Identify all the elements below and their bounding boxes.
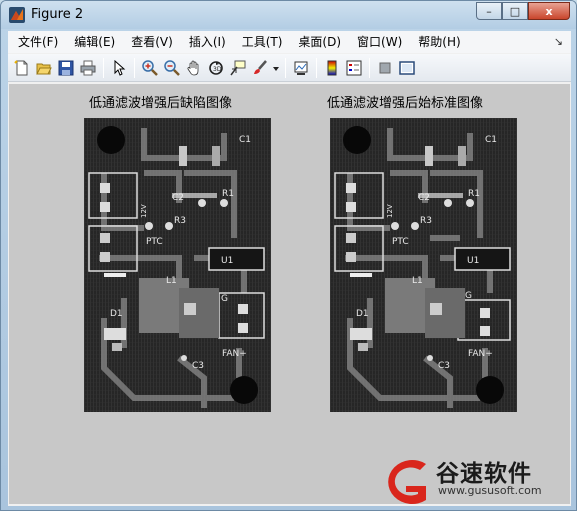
print-icon[interactable]: [77, 57, 99, 79]
menu-bar: 文件(F) 编辑(E) 查看(V) 插入(I) 工具(T) 桌面(D) 窗口(W…: [8, 31, 571, 53]
pcb-label-ptc: PTC: [146, 237, 163, 247]
pcb-label-r3: R3: [420, 216, 432, 226]
menu-help[interactable]: 帮助(H): [410, 31, 468, 53]
toolbar-separator: [134, 57, 135, 78]
menu-file[interactable]: 文件(F): [10, 31, 66, 53]
menu-tools[interactable]: 工具(T): [234, 31, 291, 53]
site-watermark: 谷速软件 www.gususoft.com: [372, 452, 577, 511]
pcb-label-c1: C1: [485, 135, 497, 145]
insert-legend-icon[interactable]: [343, 57, 365, 79]
pcb-label-fan: FAN+: [468, 349, 493, 359]
window-title: Figure 2: [31, 7, 84, 22]
rotate-3d-icon[interactable]: 3D: [205, 57, 227, 79]
brush-icon[interactable]: [249, 57, 271, 79]
pcb-label-tip: 12V: [140, 204, 148, 218]
pcb-label-d1: D1: [356, 309, 369, 319]
right-axes-title: 低通滤波增强后始标准图像: [327, 96, 484, 111]
menu-desktop[interactable]: 桌面(D): [290, 31, 349, 53]
matlab-logo-icon: [9, 7, 25, 23]
toolbar-separator: [285, 57, 286, 78]
pcb-label-tip: 12V: [386, 204, 394, 218]
watermark-name: 谷速软件: [436, 461, 532, 487]
toolbar-separator: [316, 57, 317, 78]
title-bar[interactable]: Figure 2 – □ x: [1, 1, 576, 29]
pcb-label-l1: L1: [412, 276, 423, 286]
pcb-label-r1: R1: [468, 189, 480, 199]
standard-pcb-render: C1 C2 R1 R3 PTC U1 L1 D1 G C3 FAN+ 12V: [330, 118, 517, 412]
pcb-label-ptc: PTC: [392, 237, 409, 247]
link-plot-icon[interactable]: [290, 57, 312, 79]
insert-colorbar-icon[interactable]: [321, 57, 343, 79]
data-cursor-icon[interactable]: [227, 57, 249, 79]
open-file-icon[interactable]: [33, 57, 55, 79]
left-axes-title: 低通滤波增强后缺陷图像: [89, 96, 233, 111]
minimize-button[interactable]: –: [476, 2, 502, 20]
figure-canvas[interactable]: 低通滤波增强后缺陷图像 低通滤波增强后始标准图像 C1 C2 R1 R3 PTC…: [9, 84, 570, 504]
pcb-label-fan: FAN+: [222, 349, 247, 359]
pcb-label-d1: D1: [110, 309, 123, 319]
toolbar-separator: [103, 57, 104, 78]
menu-window[interactable]: 窗口(W): [349, 31, 410, 53]
close-button[interactable]: x: [528, 2, 570, 20]
pcb-label-c2: C2: [418, 193, 430, 203]
defect-pcb-image[interactable]: C1 C2 R1 R3 PTC U1 L1 D1 G C3 FAN+ 12V: [84, 118, 271, 412]
watermark-logo-icon: [388, 460, 426, 504]
pcb-label-c3: C3: [192, 361, 204, 371]
pcb-label-c3: C3: [438, 361, 450, 371]
pcb-label-u1: U1: [221, 256, 233, 266]
pan-hand-icon[interactable]: [183, 57, 205, 79]
zoom-out-icon[interactable]: [161, 57, 183, 79]
menubar-overflow-icon[interactable]: ↘: [554, 35, 563, 48]
pcb-label-u1: U1: [467, 256, 479, 266]
defect-pcb-render: C1 C2 R1 R3 PTC U1 L1 D1 G C3 FAN+ 12V: [84, 118, 271, 412]
pcb-label-g: G: [465, 291, 472, 301]
menu-view[interactable]: 查看(V): [123, 31, 181, 53]
pcb-label-r3: R3: [174, 216, 186, 226]
new-figure-icon[interactable]: [11, 57, 33, 79]
pcb-label-g: G: [221, 294, 228, 304]
hide-plot-tools-icon[interactable]: [374, 57, 396, 79]
maximize-button[interactable]: □: [502, 2, 528, 20]
figure-toolbar: 3D: [8, 54, 571, 82]
pcb-label-c2: C2: [172, 193, 184, 203]
figure-window: Figure 2 – □ x 文件(F) 编辑(E) 查看(V) 插入(I) 工…: [0, 0, 577, 511]
pcb-label-r1: R1: [222, 189, 234, 199]
show-plot-tools-icon[interactable]: [396, 57, 418, 79]
standard-pcb-image[interactable]: C1 C2 R1 R3 PTC U1 L1 D1 G C3 FAN+ 12V: [330, 118, 517, 412]
menu-insert[interactable]: 插入(I): [181, 31, 234, 53]
window-controls: – □ x: [476, 2, 570, 20]
svg-text:3D: 3D: [213, 66, 222, 73]
pcb-label-c1: C1: [239, 135, 251, 145]
edit-plot-arrow-icon[interactable]: [108, 57, 130, 79]
toolbar-separator: [369, 57, 370, 78]
figure-client-area: 文件(F) 编辑(E) 查看(V) 插入(I) 工具(T) 桌面(D) 窗口(W…: [8, 31, 571, 506]
watermark-url: www.gususoft.com: [438, 484, 542, 497]
save-icon[interactable]: [55, 57, 77, 79]
zoom-in-icon[interactable]: [139, 57, 161, 79]
pcb-label-l1: L1: [166, 276, 177, 286]
menu-edit[interactable]: 编辑(E): [66, 31, 123, 53]
brush-dropdown-icon[interactable]: [271, 57, 281, 79]
